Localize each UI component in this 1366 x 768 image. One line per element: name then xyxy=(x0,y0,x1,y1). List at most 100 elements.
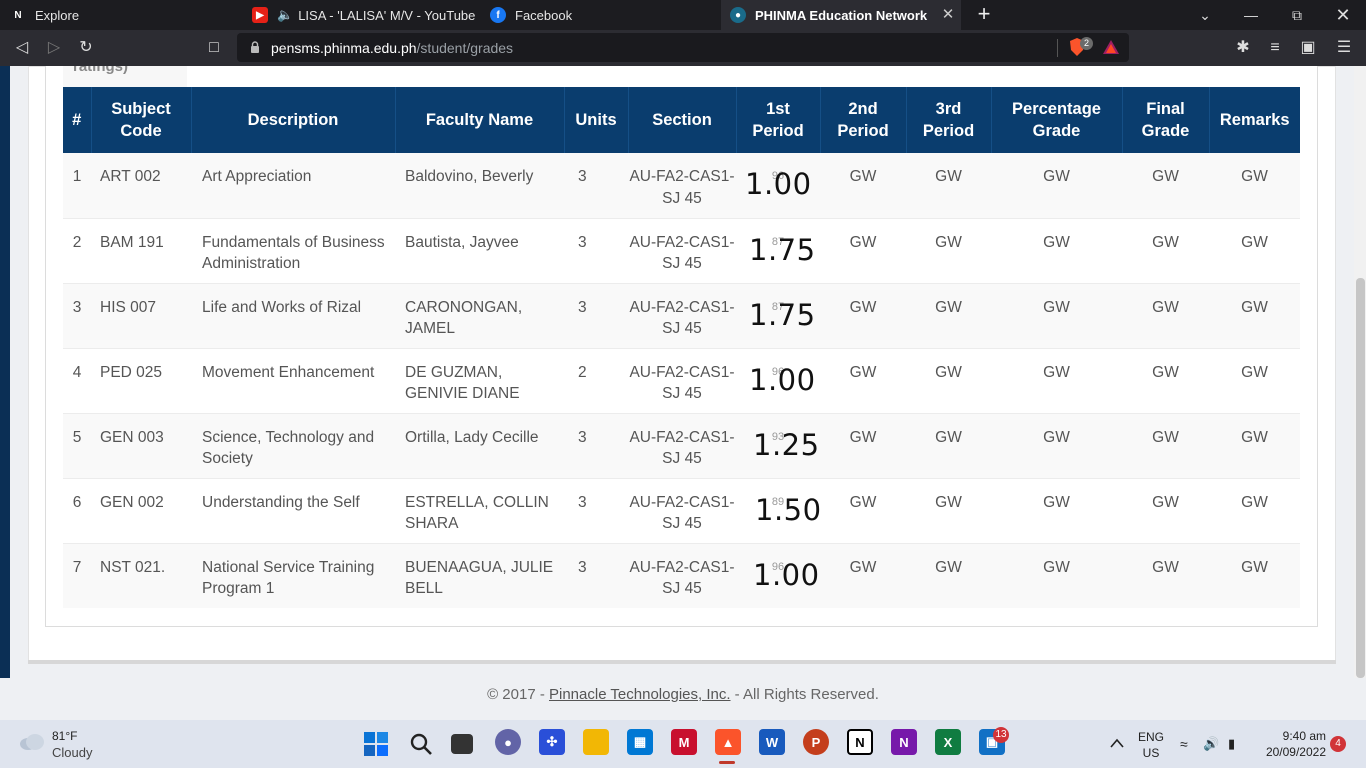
word-icon[interactable]: W xyxy=(759,729,785,755)
table-row: 1 ART 002 Art Appreciation Baldovino, Be… xyxy=(63,153,1300,219)
mcafee-icon[interactable]: M xyxy=(671,729,697,755)
notion-taskbar-icon[interactable]: N xyxy=(847,729,873,755)
cell-2nd-period: GW xyxy=(820,478,906,544)
cell-num: 5 xyxy=(63,413,91,479)
back-button[interactable]: ◁ xyxy=(12,38,32,58)
cell-code: BAM 191 xyxy=(91,218,191,284)
cell-units: 3 xyxy=(564,283,628,349)
footer-link[interactable]: Pinnacle Technologies, Inc. xyxy=(549,686,731,703)
brave-browser-icon[interactable]: ▲ xyxy=(715,729,741,755)
store-icon[interactable]: ▦ xyxy=(627,729,653,755)
cell-3rd-period: GW xyxy=(906,478,991,544)
file-explorer-icon[interactable] xyxy=(583,729,609,755)
volume-icon[interactable]: 🔊 xyxy=(1203,736,1219,752)
menu-icon[interactable]: ☰ xyxy=(1334,38,1354,58)
tab-explore[interactable]: N Explore xyxy=(10,0,240,30)
col-header-1st-period: 1st Period xyxy=(736,87,821,153)
powerpoint-icon[interactable]: P xyxy=(803,729,829,755)
brave-rewards-icon[interactable] xyxy=(1102,39,1120,55)
table-row: 4 PED 025 Movement Enhancement DE GUZMAN… xyxy=(63,348,1300,414)
cell-2nd-period: GW xyxy=(820,543,906,608)
cell-faculty: CARONONGAN, JAMEL xyxy=(395,283,564,349)
playlist-icon[interactable]: ≡ xyxy=(1265,38,1285,58)
cell-units: 3 xyxy=(564,543,628,608)
cell-final: GW xyxy=(1122,478,1209,544)
col-header-2nd-period: 2nd Period xyxy=(820,87,907,153)
cell-faculty: Ortilla, Lady Cecille xyxy=(395,413,564,479)
scrollbar-thumb[interactable] xyxy=(1356,278,1365,678)
task-view-icon[interactable] xyxy=(451,734,473,754)
language-bottom[interactable]: US xyxy=(1136,746,1166,760)
cell-3rd-period: GW xyxy=(906,218,991,284)
tab-youtube[interactable]: ▶ 🔈 LISA - 'LALISA' M/V - YouTube xyxy=(252,0,482,30)
sidebar-edge xyxy=(0,66,10,678)
onenote-icon[interactable]: N xyxy=(891,729,917,755)
wallet-icon[interactable]: ▣ xyxy=(1298,38,1318,58)
cell-3rd-period: GW xyxy=(906,348,991,414)
close-window-button[interactable]: ✕ xyxy=(1320,0,1366,30)
tab-search-icon[interactable]: ⌄ xyxy=(1182,0,1228,30)
clock-time[interactable]: 9:40 am xyxy=(1256,729,1326,743)
col-header-units: Units xyxy=(564,87,629,153)
cell-units: 3 xyxy=(564,153,628,219)
cell-code: NST 021. xyxy=(91,543,191,608)
chevron-up-icon[interactable] xyxy=(1110,738,1124,748)
table-row: 3 HIS 007 Life and Works of Rizal CARONO… xyxy=(63,283,1300,349)
cell-1st-period: 89 1.50 xyxy=(736,478,821,544)
close-tab-icon[interactable]: ✕ xyxy=(940,7,956,23)
grade-overlay: 1.25 xyxy=(753,427,820,462)
bookmark-icon[interactable]: □ xyxy=(204,38,224,58)
footer-prefix: © 2017 - xyxy=(487,686,549,703)
cell-faculty: BUENAAGUA, JULIE BELL xyxy=(395,543,564,608)
forward-button[interactable]: ▷ xyxy=(44,38,64,58)
col-header-subject-code: Subject Code xyxy=(91,87,192,153)
reload-button[interactable]: ↻ xyxy=(76,38,96,58)
url-text[interactable]: pensms.phinma.edu.ph/student/grades xyxy=(271,40,513,56)
notification-badge[interactable]: 4 xyxy=(1330,736,1346,752)
wifi-icon[interactable]: ≈ xyxy=(1180,736,1188,752)
col-header-num: # xyxy=(63,87,92,153)
new-tab-button[interactable]: + xyxy=(973,3,995,25)
grade-overlay: 1.00 xyxy=(749,362,816,397)
cell-final: GW xyxy=(1122,283,1209,349)
weather-description[interactable]: Cloudy xyxy=(52,745,92,760)
cell-num: 7 xyxy=(63,543,91,608)
minimize-button[interactable]: — xyxy=(1228,0,1274,30)
cell-units: 3 xyxy=(564,478,628,544)
tab-label: Explore xyxy=(35,7,80,23)
extensions-icon[interactable]: ✱ xyxy=(1233,38,1253,58)
cell-remarks: GW xyxy=(1209,153,1300,219)
grade-overlay: 1.75 xyxy=(749,232,816,267)
chat-icon[interactable]: ● xyxy=(495,729,521,755)
cell-1st-period: 96 1.00 xyxy=(736,153,820,219)
clock-date[interactable]: 20/09/2022 xyxy=(1256,745,1326,759)
lock-icon xyxy=(251,41,259,53)
cell-final: GW xyxy=(1122,218,1209,284)
cell-3rd-period: GW xyxy=(906,283,991,349)
windows-start-icon[interactable] xyxy=(364,732,388,756)
table-row: 7 NST 021. National Service Training Pro… xyxy=(63,543,1300,608)
ratings-tab[interactable]: ratings) xyxy=(63,66,187,87)
language-top[interactable]: ENG xyxy=(1136,730,1166,744)
weather-temperature[interactable]: 81°F xyxy=(52,729,77,743)
cell-units: 2 xyxy=(564,348,628,414)
onenote-feather-icon[interactable]: ✣ xyxy=(539,729,565,755)
cell-section: AU-FA2-CAS1-SJ 45 xyxy=(628,348,736,414)
cell-code: PED 025 xyxy=(91,348,191,414)
url-divider xyxy=(1057,39,1058,57)
col-header-remarks: Remarks xyxy=(1209,87,1300,153)
excel-icon[interactable]: X xyxy=(935,729,961,755)
cell-faculty: ESTRELLA, COLLIN SHARA xyxy=(395,478,564,544)
search-icon[interactable] xyxy=(409,732,433,756)
tab-phinma[interactable]: ● PHINMA Education Network xyxy=(721,0,961,30)
cell-1st-period: 96 1.00 xyxy=(736,348,820,414)
cell-remarks: GW xyxy=(1209,478,1300,544)
cell-1st-period: 93 1.25 xyxy=(736,413,820,479)
cell-percentage: GW xyxy=(991,478,1122,544)
cloud-icon[interactable] xyxy=(18,733,46,751)
battery-icon[interactable]: ▮ xyxy=(1228,736,1235,752)
restore-button[interactable]: ⧉ xyxy=(1274,0,1320,30)
tab-facebook[interactable]: f Facebook xyxy=(490,0,715,30)
page-footer: © 2017 - Pinnacle Technologies, Inc. - A… xyxy=(0,686,1366,703)
col-header-description: Description xyxy=(191,87,396,153)
